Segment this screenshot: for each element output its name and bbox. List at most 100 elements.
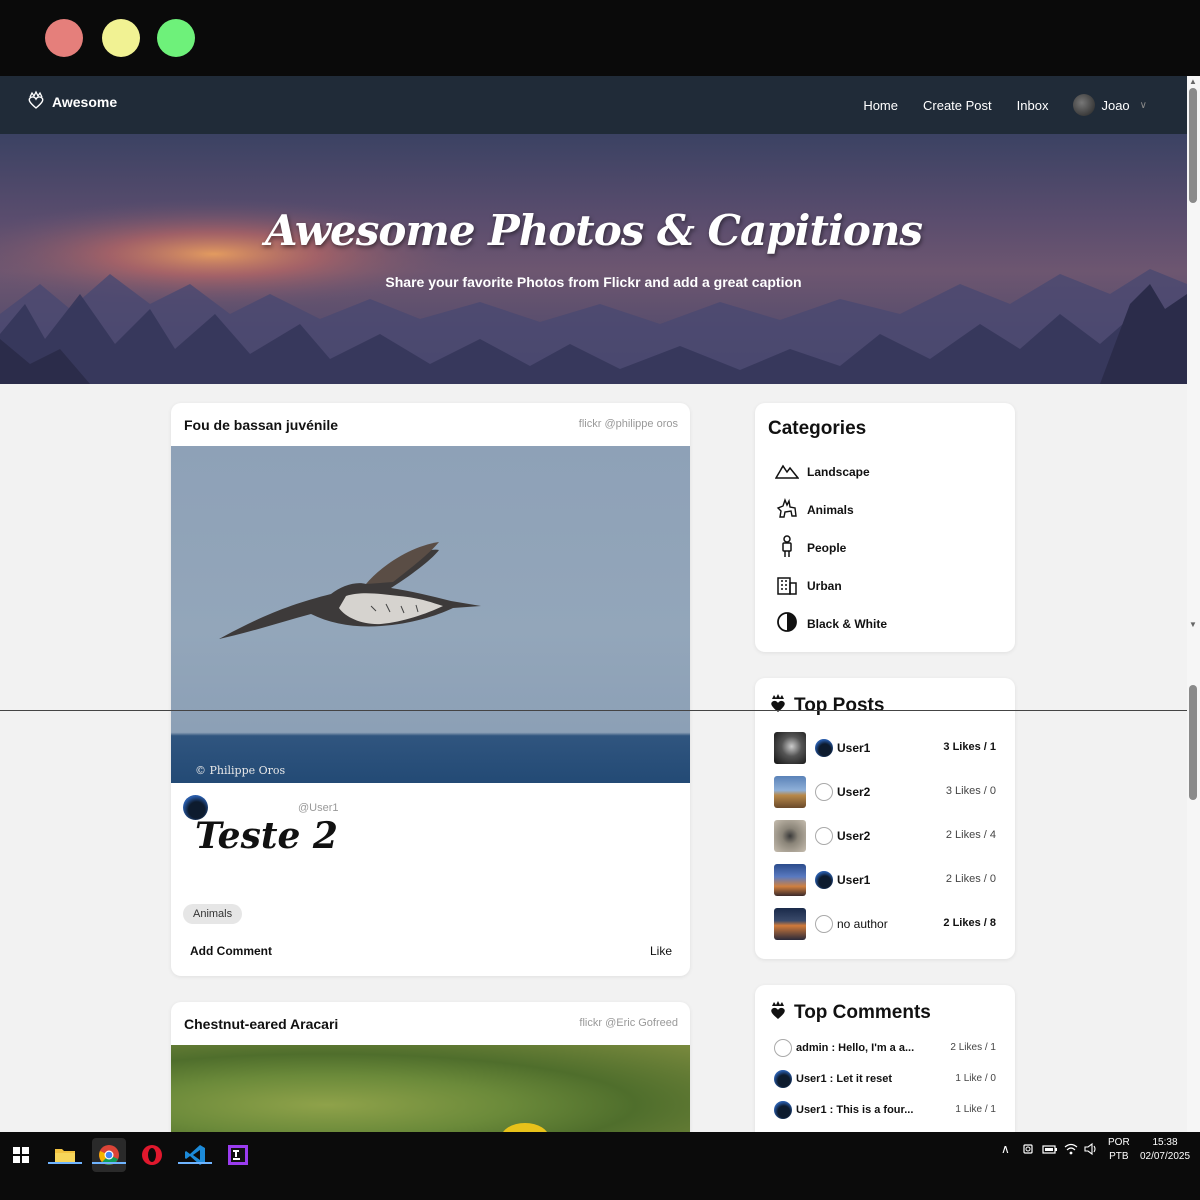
file-explorer-active-indicator bbox=[48, 1162, 82, 1164]
top-comments-label: Top Comments bbox=[794, 1002, 931, 1023]
battery-icon[interactable] bbox=[1042, 1142, 1058, 1161]
page-scrollbar[interactable]: ▲ ▼ bbox=[1187, 76, 1200, 1132]
post-header: Chestnut-eared Aracari flickr @Eric Gofr… bbox=[171, 1002, 690, 1045]
avatar bbox=[815, 871, 833, 889]
categories-card: Categories Landscape Animals People Urba… bbox=[755, 403, 1015, 652]
heart-crown-icon bbox=[26, 90, 46, 113]
gannet-bird-image bbox=[219, 542, 481, 639]
maximize-window-button[interactable] bbox=[157, 19, 195, 57]
nav-inbox-link[interactable]: Inbox bbox=[1017, 98, 1049, 113]
category-urban[interactable]: Urban bbox=[775, 572, 842, 599]
post-thumbnail[interactable] bbox=[774, 732, 806, 764]
wifi-icon[interactable] bbox=[1064, 1142, 1078, 1161]
brand-link[interactable]: Awesome bbox=[26, 90, 117, 113]
list-item[interactable]: User1 2 Likes / 0 bbox=[774, 864, 996, 896]
list-item[interactable]: User2 2 Likes / 4 bbox=[774, 820, 996, 852]
contrast-icon bbox=[775, 610, 799, 637]
list-item[interactable]: User1 : Let it reset 1 Like / 0 bbox=[774, 1070, 996, 1090]
top-posts-card: Top Posts User1 3 Likes / 1 User2 3 Like… bbox=[755, 678, 1015, 959]
close-window-button[interactable] bbox=[45, 19, 83, 57]
category-tag[interactable]: Animals bbox=[183, 904, 243, 924]
opera-icon[interactable] bbox=[135, 1138, 169, 1172]
list-item[interactable]: no author 2 Likes / 8 bbox=[774, 908, 996, 940]
category-label: Landscape bbox=[807, 464, 870, 479]
chrome-icon[interactable] bbox=[92, 1138, 126, 1172]
scrollbar-thumb[interactable] bbox=[1189, 88, 1197, 203]
category-label: People bbox=[807, 540, 847, 555]
meet-icon[interactable] bbox=[1022, 1142, 1036, 1161]
add-comment-button[interactable]: Add Comment bbox=[190, 944, 272, 958]
system-clock[interactable]: 15:38 02/07/2025 bbox=[1139, 1136, 1191, 1164]
smiley-avatar-icon bbox=[815, 783, 833, 801]
post-likes: 3 Likes / 1 bbox=[943, 741, 996, 753]
avatar bbox=[1073, 94, 1096, 116]
post-header: Fou de bassan juvénile flickr @philippe … bbox=[171, 403, 690, 446]
file-explorer-icon[interactable] bbox=[48, 1138, 82, 1172]
hero-title: Awesome Photos & Capitions bbox=[264, 206, 923, 255]
heart-crown-icon bbox=[768, 693, 788, 719]
nav-home-link[interactable]: Home bbox=[863, 98, 898, 113]
category-people[interactable]: People bbox=[775, 534, 846, 561]
smiley-avatar-icon bbox=[815, 827, 833, 845]
scroll-up-arrow-icon[interactable]: ▲ bbox=[1189, 78, 1197, 86]
post-likes: 2 Likes / 4 bbox=[945, 829, 996, 841]
language-code: POR bbox=[1108, 1137, 1130, 1148]
nav-create-post-link[interactable]: Create Post bbox=[923, 98, 992, 113]
smiley-avatar-icon bbox=[815, 915, 833, 933]
minimize-window-button[interactable] bbox=[102, 19, 140, 57]
post-thumbnail[interactable] bbox=[774, 776, 806, 808]
smiley-avatar-icon bbox=[774, 1039, 792, 1057]
image-watermark: © Philippe Oros bbox=[195, 764, 286, 777]
list-item[interactable]: User1 : This is a four... 1 Like / 1 bbox=[774, 1101, 996, 1121]
person-icon bbox=[775, 534, 799, 561]
clock-time: 15:38 bbox=[1152, 1137, 1178, 1148]
os-taskbar: ∧ POR PTB 15:38 02/07/2025 bbox=[0, 1132, 1200, 1200]
comment-likes: 1 Like / 0 bbox=[955, 1073, 996, 1084]
chrome-active-indicator bbox=[92, 1162, 126, 1164]
input-language-indicator[interactable]: POR PTB bbox=[1108, 1136, 1130, 1164]
post-image[interactable] bbox=[171, 1045, 690, 1132]
top-posts-label: Top Posts bbox=[794, 695, 885, 716]
avatar bbox=[774, 1101, 792, 1119]
comment-likes: 1 Like / 1 bbox=[955, 1104, 996, 1115]
comment-text: User1 : Let it reset bbox=[796, 1073, 892, 1085]
windows-start-icon[interactable] bbox=[4, 1138, 38, 1172]
post-author: no author bbox=[837, 917, 888, 931]
post-thumbnail[interactable] bbox=[774, 864, 806, 896]
category-label: Animals bbox=[807, 502, 854, 517]
comment-text: User1 : This is a four... bbox=[796, 1104, 914, 1116]
avatar bbox=[815, 739, 833, 757]
post-credit-link[interactable]: flickr @Eric Gofreed bbox=[579, 1017, 678, 1029]
scroll-down-arrow-icon[interactable]: ▼ bbox=[1189, 621, 1197, 629]
post-thumbnail[interactable] bbox=[774, 820, 806, 852]
chevron-up-icon[interactable]: ∧ bbox=[1001, 1142, 1010, 1156]
post-thumbnail[interactable] bbox=[774, 908, 806, 940]
post-caption: Teste 2 bbox=[195, 815, 338, 857]
vscode-icon[interactable] bbox=[178, 1138, 212, 1172]
list-item[interactable]: User1 3 Likes / 1 bbox=[774, 732, 996, 764]
scrollbar-thumb[interactable] bbox=[1189, 685, 1197, 800]
category-black-white[interactable]: Black & White bbox=[775, 610, 887, 637]
vscode-active-indicator bbox=[178, 1162, 212, 1164]
post-author-handle[interactable]: @User1 bbox=[298, 802, 339, 814]
post-author-row: @User1 Teste 2 bbox=[171, 783, 690, 857]
category-animals[interactable]: Animals bbox=[775, 496, 854, 523]
volume-icon[interactable] bbox=[1084, 1142, 1098, 1161]
nav-links: Home Create Post Inbox Joao ∨ bbox=[863, 76, 1147, 134]
overlay-divider-line bbox=[0, 710, 1187, 711]
list-item[interactable]: User2 3 Likes / 0 bbox=[774, 776, 996, 808]
post-author: User2 bbox=[837, 785, 871, 799]
category-label: Black & White bbox=[807, 616, 888, 631]
category-landscape[interactable]: Landscape bbox=[774, 458, 870, 485]
categories-title: Categories bbox=[768, 418, 867, 439]
clock-date: 02/07/2025 bbox=[1139, 1151, 1191, 1162]
like-button[interactable]: Like bbox=[650, 944, 672, 958]
post-credit-link[interactable]: flickr @philippe oros bbox=[579, 418, 678, 430]
post-image[interactable]: © Philippe Oros bbox=[171, 446, 690, 783]
list-item[interactable]: admin : Hello, I'm a a... 2 Likes / 1 bbox=[774, 1039, 996, 1059]
keyboard-layout: PTB bbox=[1109, 1151, 1129, 1162]
animals-icon bbox=[775, 496, 799, 523]
jetbrains-icon[interactable] bbox=[221, 1138, 255, 1172]
user-menu[interactable]: Joao ∨ bbox=[1073, 94, 1147, 116]
landscape-icon bbox=[774, 458, 800, 485]
